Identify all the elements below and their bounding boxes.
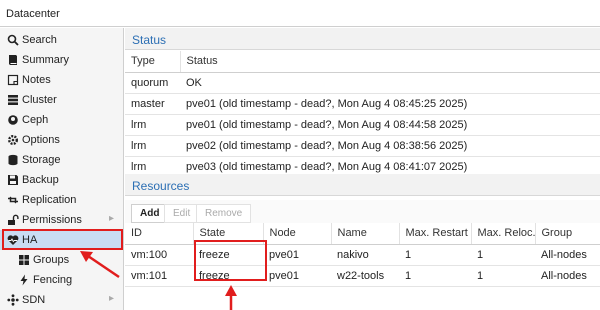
annotation-arrows [80,251,237,310]
arrow-to-state [225,285,237,310]
arrow-to-ha [80,251,120,279]
